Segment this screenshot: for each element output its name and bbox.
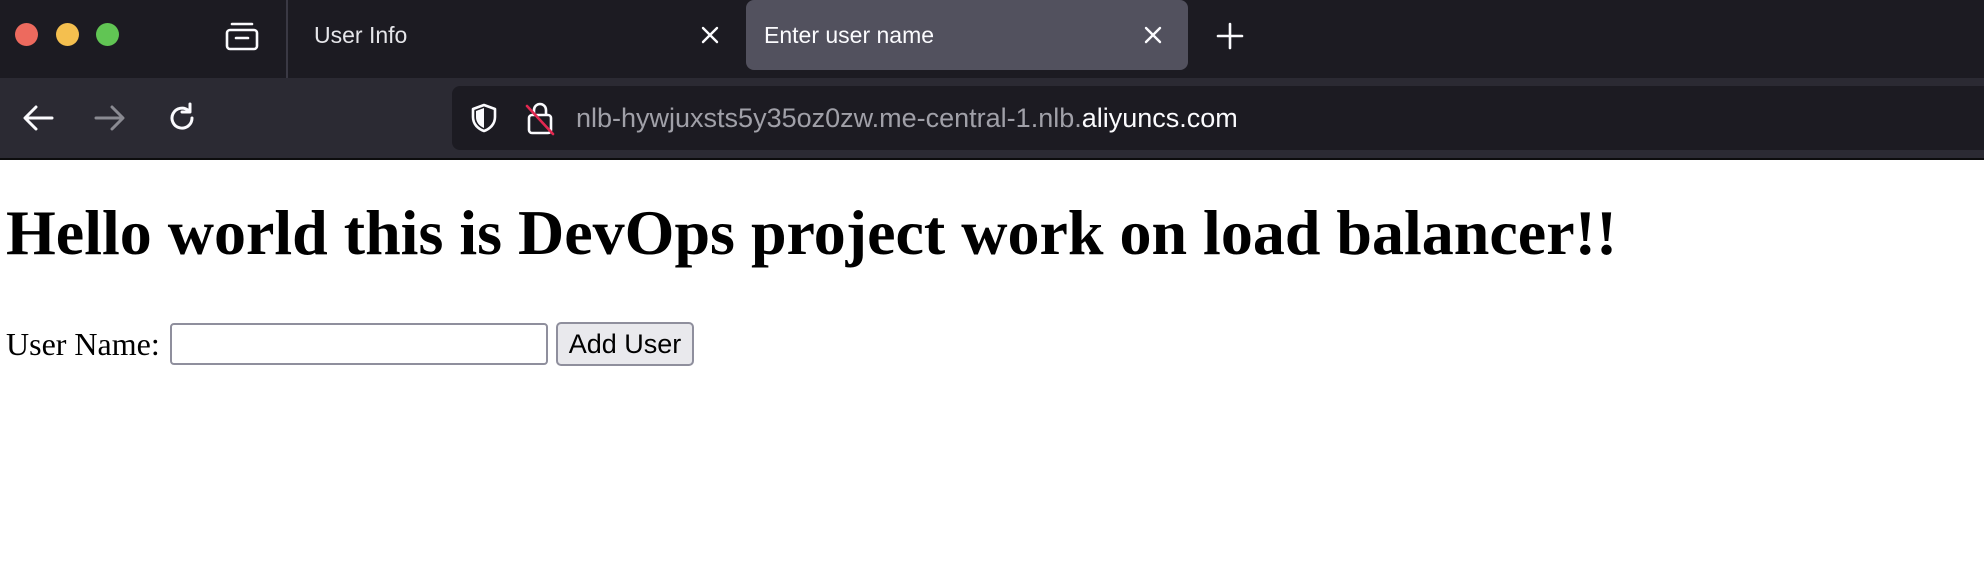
tab-list-icon bbox=[225, 22, 259, 51]
add-user-form: User Name: Add User bbox=[6, 322, 695, 366]
back-button[interactable] bbox=[16, 96, 60, 140]
page-content: Hello world this is DevOps project work … bbox=[0, 160, 1984, 580]
tab-title: User Info bbox=[314, 21, 408, 48]
plus-icon bbox=[1216, 22, 1244, 50]
tab-close-button[interactable] bbox=[695, 20, 725, 50]
tab-user-info[interactable]: User Info bbox=[290, 0, 745, 70]
user-name-input[interactable] bbox=[169, 323, 548, 365]
new-tab-button[interactable] bbox=[1210, 16, 1250, 56]
url-text[interactable]: nlb-hywjuxsts5y35oz0zw.me-central-1.nlb.… bbox=[576, 102, 1238, 134]
window-zoom-button[interactable] bbox=[96, 23, 119, 46]
page-heading: Hello world this is DevOps project work … bbox=[6, 197, 1618, 268]
forward-button[interactable] bbox=[88, 96, 132, 140]
tab-enter-user-name[interactable]: Enter user name bbox=[746, 0, 1188, 70]
window-minimize-button[interactable] bbox=[56, 23, 79, 46]
add-user-button[interactable]: Add User bbox=[555, 322, 695, 366]
tab-title: Enter user name bbox=[764, 21, 935, 48]
tab-strip: User Info Enter user name bbox=[0, 0, 1984, 78]
reload-button[interactable] bbox=[160, 96, 204, 140]
url-domain: aliyuncs.com bbox=[1081, 103, 1238, 133]
close-icon bbox=[1144, 26, 1162, 44]
tab-separator bbox=[286, 0, 288, 78]
address-bar[interactable]: nlb-hywjuxsts5y35oz0zw.me-central-1.nlb.… bbox=[452, 86, 1984, 150]
arrow-right-icon bbox=[94, 105, 125, 131]
window-close-button[interactable] bbox=[15, 23, 38, 46]
navigation-toolbar: nlb-hywjuxsts5y35oz0zw.me-central-1.nlb.… bbox=[0, 78, 1984, 158]
arrow-left-icon bbox=[23, 105, 54, 131]
shield-icon[interactable] bbox=[468, 102, 500, 134]
insecure-lock-icon[interactable] bbox=[524, 100, 556, 136]
url-prefix: nlb-hywjuxsts5y35oz0zw.me-central-1.nlb. bbox=[576, 103, 1082, 133]
close-icon bbox=[701, 26, 719, 44]
reload-icon bbox=[170, 102, 194, 130]
user-name-label: User Name: bbox=[6, 325, 160, 362]
tab-close-button[interactable] bbox=[1138, 20, 1168, 50]
tab-list-button[interactable] bbox=[210, 10, 274, 62]
